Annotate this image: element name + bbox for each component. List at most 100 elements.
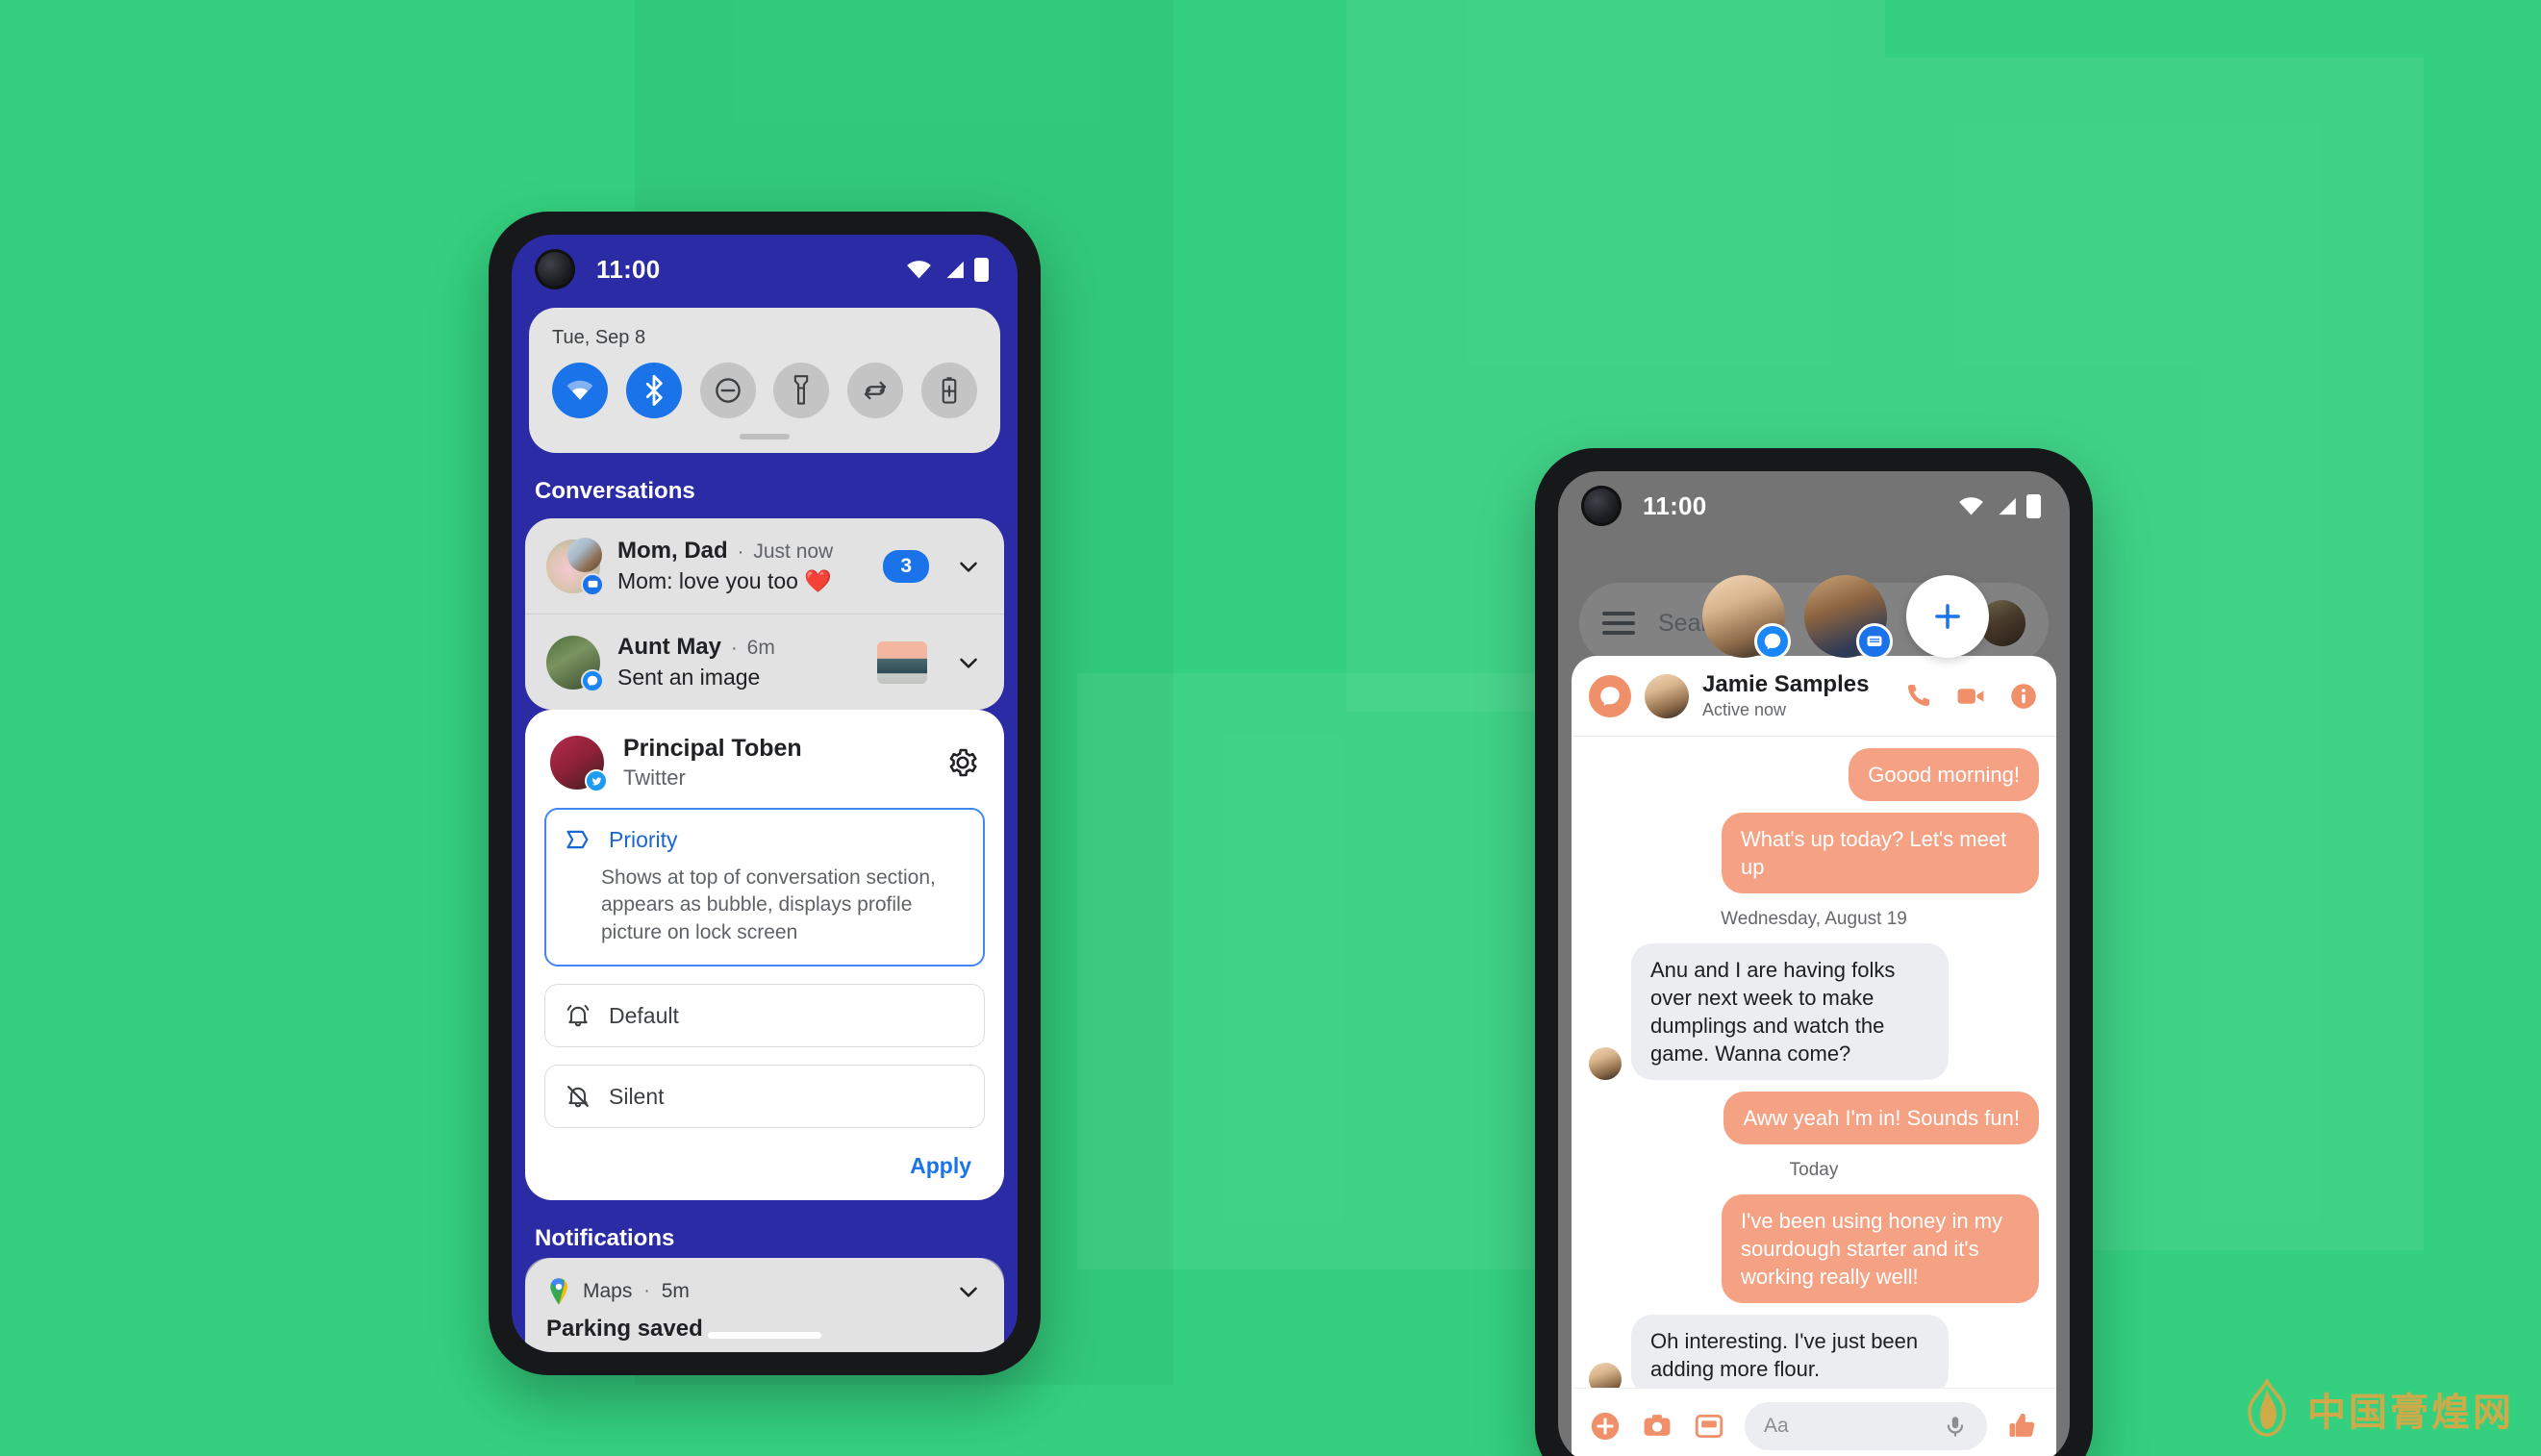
message-row: Anu and I are having folks over next wee… [1589, 943, 2039, 1081]
flame-leaf-icon [2240, 1379, 2294, 1439]
bubble-curly[interactable] [1804, 575, 1893, 660]
auto-rotate-tile[interactable] [847, 363, 904, 418]
avatar [546, 537, 604, 596]
gear-icon[interactable] [946, 746, 979, 779]
settings-header: Principal Toben Twitter [544, 731, 985, 792]
status-icons [1958, 493, 2041, 518]
conversation-preview: Sent an image [617, 665, 761, 690]
avatar-image-secondary [567, 537, 602, 572]
quick-settings-card: Tue, Sep 8 [529, 308, 1000, 453]
chevron-down-icon[interactable] [954, 648, 983, 677]
message-text-input[interactable]: Aa [1745, 1402, 1987, 1450]
camera-icon[interactable] [1641, 1410, 1673, 1443]
conversation-row-mom-dad[interactable]: Mom, Dad · Just now Mom: love you too ❤️… [525, 518, 1004, 614]
notifications-label: Notifications [535, 1225, 675, 1252]
right-status-bar: 11:00 [1558, 471, 2070, 540]
conversations-label: Conversations [535, 478, 695, 504]
separator: · [737, 541, 744, 563]
messages-icon [581, 572, 604, 596]
messages-icon [1856, 623, 1893, 660]
bluetooth-tile[interactable] [625, 363, 682, 418]
notification-settings-panel: Principal Toben Twitter Priority Shows a… [525, 710, 1004, 1201]
conversation-name: Mom, Dad [617, 538, 728, 564]
message-row: Oh interesting. I've just been adding mo… [1589, 1315, 2039, 1388]
messenger-icon [581, 668, 604, 692]
notification-header: Maps · 5m [546, 1277, 983, 1306]
add-bubble-button[interactable] [1906, 575, 1989, 658]
flashlight-tile[interactable] [773, 363, 830, 418]
chat-input-bar: Aa [1572, 1388, 2056, 1456]
avatar[interactable] [1645, 673, 1689, 718]
message-image-thumbnail[interactable] [877, 640, 927, 684]
option-description: Shows at top of conversation section, ap… [601, 866, 936, 943]
message-bubble-incoming: Oh interesting. I've just been adding mo… [1631, 1315, 1949, 1388]
conversation-name: Aunt May [617, 634, 721, 660]
option-default[interactable]: Default [544, 984, 985, 1048]
bubble-jamie[interactable] [1702, 575, 1791, 660]
conversation-time: 6m [746, 637, 775, 659]
unread-count-badge: 3 [883, 549, 929, 583]
call-icon[interactable] [1902, 681, 1933, 712]
maps-pin-icon [550, 1278, 567, 1305]
flashlight-icon [794, 375, 809, 405]
mic-icon[interactable] [1943, 1414, 1968, 1439]
wifi-icon [566, 380, 593, 400]
option-header: Default [565, 1002, 965, 1029]
gallery-icon[interactable] [1693, 1410, 1725, 1443]
message-bubble-outgoing: I've been using honey in my sourdough st… [1722, 1194, 2039, 1304]
avatar [1589, 1363, 1622, 1388]
app-name: Twitter [623, 766, 686, 790]
conversation-text: Mom, Dad · Just now Mom: love you too ❤️ [617, 538, 866, 594]
bell-off-icon [567, 1086, 589, 1108]
notification-time: 5m [661, 1280, 690, 1302]
notification-app-name: Maps [583, 1280, 633, 1302]
option-silent[interactable]: Silent [544, 1065, 985, 1129]
priority-icon [566, 830, 589, 849]
message-row: I've been using honey in my sourdough st… [1589, 1194, 2039, 1304]
info-icon[interactable] [2008, 681, 2039, 712]
video-icon[interactable] [1954, 680, 1987, 713]
battery-icon [974, 257, 989, 282]
watermark-text: 中国膏煌网 [2307, 1391, 2514, 1434]
signal-icon [1999, 497, 2016, 515]
contact-name: Principal Toben [623, 735, 802, 762]
day-separator: Wednesday, August 19 [1721, 909, 1907, 930]
messenger-icon[interactable] [1589, 674, 1631, 717]
separator: · [731, 638, 738, 659]
left-status-bar: 11:00 [512, 235, 1018, 304]
quick-settings-date: Tue, Sep 8 [552, 327, 646, 348]
plus-icon [1935, 604, 1960, 629]
conversation-time: Just now [753, 540, 834, 563]
chevron-down-icon[interactable] [954, 1277, 983, 1306]
battery-saver-tile[interactable] [920, 363, 977, 418]
navigation-pill[interactable] [708, 1332, 821, 1339]
notification-card-maps[interactable]: Maps · 5m Parking saved [525, 1258, 1004, 1352]
wifi-icon [907, 260, 931, 278]
messenger-icon [1754, 623, 1791, 660]
settings-identity: Principal Toben Twitter [623, 735, 802, 791]
option-priority[interactable]: Priority Shows at top of conversation se… [544, 808, 985, 967]
dnd-tile[interactable] [699, 363, 756, 418]
quick-settings-drag-handle[interactable] [740, 434, 790, 439]
message-bubble-outgoing: What's up today? Let's meet up [1722, 813, 2039, 894]
wifi-tile[interactable] [552, 363, 608, 418]
add-circle-icon[interactable] [1589, 1410, 1622, 1443]
option-header: Priority [565, 826, 965, 853]
wifi-icon [1959, 496, 1983, 515]
chat-messages[interactable]: Goood morning! What's up today? Let's me… [1572, 737, 2056, 1388]
message-bubble-outgoing: Goood morning! [1849, 748, 2039, 802]
chevron-down-icon[interactable] [954, 552, 983, 581]
background [0, 0, 2541, 1456]
apply-button[interactable]: Apply [910, 1153, 971, 1179]
twitter-icon [585, 769, 608, 792]
avatar [550, 736, 608, 792]
thumbs-up-icon[interactable] [2006, 1410, 2039, 1443]
chat-actions [1902, 680, 2039, 713]
conversation-row-aunt-may[interactable]: Aunt May · 6m Sent an image [525, 614, 1004, 710]
chat-bubbles-row [1558, 575, 2070, 660]
bluetooth-icon [645, 375, 663, 406]
message-bubble-outgoing: Aww yeah I'm in! Sounds fun! [1723, 1092, 2039, 1145]
conversation-title-row: Mom, Dad · Just now [617, 538, 866, 565]
auto-rotate-icon [865, 381, 887, 400]
chat-contact-name: Jamie Samples [1702, 671, 1870, 697]
